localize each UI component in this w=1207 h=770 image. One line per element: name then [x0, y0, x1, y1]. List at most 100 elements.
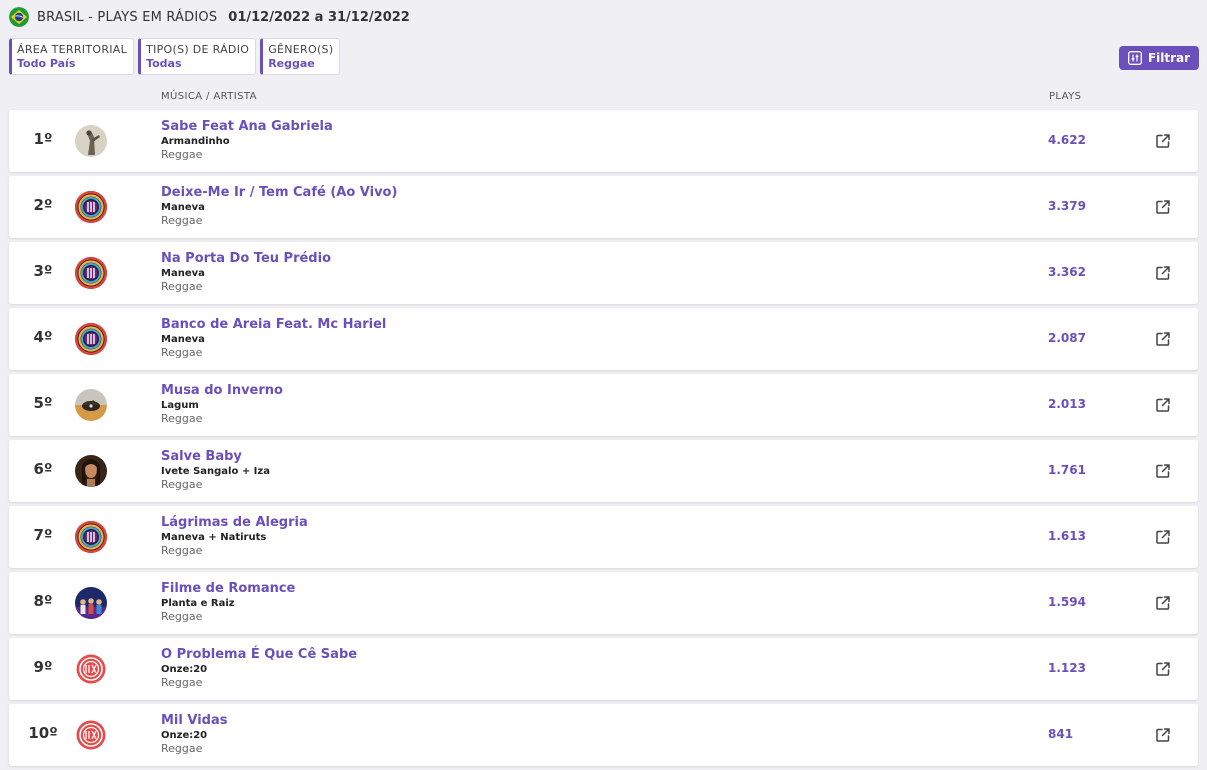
- artist-name: Armandinho: [161, 136, 230, 147]
- track-info: Mil Vidas Onze:20 Reggae: [161, 712, 227, 756]
- date-range: 01/12/2022 a 31/12/2022: [228, 9, 410, 25]
- album-cover: [75, 521, 107, 553]
- rank-number: 3º: [33, 262, 53, 280]
- external-link-icon: [1156, 266, 1170, 280]
- open-link-button[interactable]: [1155, 595, 1171, 611]
- genre-label: Reggae: [161, 478, 203, 491]
- song-title[interactable]: Salve Baby: [161, 448, 270, 465]
- filter-chip-genre[interactable]: GÊNERO(S) Reggae: [260, 38, 341, 75]
- track-info: Filme de Romance Planta e Raiz Reggae: [161, 580, 295, 624]
- plays-count: 3.362: [1048, 265, 1086, 279]
- filter-chip-value: Reggae: [268, 56, 315, 70]
- column-header-music: MÚSICA / ARTISTA: [161, 91, 257, 102]
- filter-chip-territory[interactable]: ÁREA TERRITORIAL Todo País: [9, 38, 135, 75]
- artist-name: Ivete Sangalo + Iza: [161, 466, 270, 477]
- track-info: Banco de Areia Feat. Mc Hariel Maneva Regg…: [161, 316, 386, 360]
- song-title[interactable]: Musa do Inverno: [161, 382, 283, 399]
- plays-count: 2.013: [1048, 397, 1086, 411]
- external-link-icon: [1156, 398, 1170, 412]
- ranking-row[interactable]: 2º Deixe-Me Ir / Tem Café (Ao Vivo) Manev…: [9, 176, 1198, 238]
- open-link-button[interactable]: [1155, 331, 1171, 347]
- plays-count: 1.123: [1048, 661, 1086, 675]
- genre-label: Reggae: [161, 676, 203, 689]
- track-info: Salve Baby Ivete Sangalo + Iza Reggae: [161, 448, 270, 492]
- filter-chips: ÁREA TERRITORIAL Todo País TIPO(S) DE RÁ…: [9, 38, 341, 75]
- page-title: BRASIL - PLAYS EM RÁDIOS: [37, 9, 218, 25]
- genre-label: Reggae: [161, 148, 203, 161]
- album-cover: [75, 455, 107, 487]
- filter-button[interactable]: Filtrar: [1119, 46, 1199, 70]
- column-header-plays: PLAYS: [1049, 91, 1082, 102]
- plays-count: 4.622: [1048, 133, 1086, 147]
- artist-name: Maneva: [161, 334, 205, 345]
- song-title[interactable]: Deixe-Me Ir / Tem Café (Ao Vivo): [161, 184, 397, 201]
- external-link-icon: [1156, 530, 1170, 544]
- open-link-button[interactable]: [1155, 265, 1171, 281]
- external-link-icon: [1156, 596, 1170, 610]
- plays-count: 1.594: [1048, 595, 1086, 609]
- album-cover: [75, 389, 107, 421]
- artist-name: Maneva: [161, 268, 205, 279]
- song-title[interactable]: Sabe Feat Ana Gabriela: [161, 118, 333, 135]
- track-info: O Problema É Que Cê Sabe Onze:20 Reggae: [161, 646, 357, 690]
- genre-label: Reggae: [161, 346, 203, 359]
- artist-name: Onze:20: [161, 730, 208, 741]
- song-title[interactable]: Na Porta Do Teu Prédio: [161, 250, 331, 267]
- open-link-button[interactable]: [1155, 661, 1171, 677]
- song-title[interactable]: O Problema É Que Cê Sabe: [161, 646, 357, 663]
- rank-number: 2º: [33, 196, 53, 214]
- filter-chip-label: TIPO(S) DE RÁDIO: [146, 42, 250, 56]
- open-link-button[interactable]: [1155, 463, 1171, 479]
- rank-number: 9º: [33, 658, 53, 676]
- track-info: Musa do Inverno Lagum Reggae: [161, 382, 283, 426]
- genre-label: Reggae: [161, 610, 203, 623]
- ranking-row[interactable]: 8º Filme de Romance Planta e Raiz Reggae 1.…: [9, 572, 1198, 634]
- ranking-row[interactable]: 10º Mil Vidas Onze:20 Reggae 841: [9, 704, 1198, 766]
- plays-count: 841: [1048, 727, 1074, 741]
- open-link-button[interactable]: [1155, 529, 1171, 545]
- rank-number: 8º: [33, 592, 53, 610]
- filter-chip-radio-type[interactable]: TIPO(S) DE RÁDIO Todas: [138, 38, 257, 75]
- song-title[interactable]: Lágrimas de Alegria: [161, 514, 308, 531]
- genre-label: Reggae: [161, 412, 203, 425]
- album-cover: [75, 323, 107, 355]
- album-cover: [75, 257, 107, 289]
- ranking-row[interactable]: 3º Na Porta Do Teu Prédio Maneva Reggae 3.3…: [9, 242, 1198, 304]
- ranking-row[interactable]: 9º O Problema É Que Cê Sabe Onze:20 Reggae…: [9, 638, 1198, 700]
- page-header: BRASIL - PLAYS EM RÁDIOS 01/12/2022 a 31…: [9, 6, 410, 28]
- rank-number: 5º: [33, 394, 53, 412]
- ranking-row[interactable]: 7º Lágrimas de Alegria Maneva + Natiruts R…: [9, 506, 1198, 568]
- rank-number: 4º: [33, 328, 53, 346]
- album-cover: [75, 191, 107, 223]
- album-cover: [75, 719, 107, 751]
- song-title[interactable]: Filme de Romance: [161, 580, 295, 597]
- ranking-row[interactable]: 1º Sabe Feat Ana Gabriela Armandinho Regga…: [9, 110, 1198, 172]
- rank-number: 6º: [33, 460, 53, 478]
- external-link-icon: [1156, 200, 1170, 214]
- artist-name: Planta e Raiz: [161, 598, 235, 609]
- genre-label: Reggae: [161, 280, 203, 293]
- plays-count: 2.087: [1048, 331, 1086, 345]
- plays-count: 1.613: [1048, 529, 1086, 543]
- song-title[interactable]: Mil Vidas: [161, 712, 227, 729]
- artist-name: Maneva + Natiruts: [161, 532, 267, 543]
- external-link-icon: [1156, 464, 1170, 478]
- open-link-button[interactable]: [1155, 133, 1171, 149]
- artist-name: Onze:20: [161, 664, 208, 675]
- ranking-row[interactable]: 6º Salve Baby Ivete Sangalo + Iza Reggae 1.…: [9, 440, 1198, 502]
- open-link-button[interactable]: [1155, 199, 1171, 215]
- external-link-icon: [1156, 332, 1170, 346]
- track-info: Na Porta Do Teu Prédio Maneva Reggae: [161, 250, 331, 294]
- filter-chip-label: GÊNERO(S): [268, 42, 334, 56]
- ranking-row[interactable]: 4º Banco de Areia Feat. Mc Hariel Maneva R…: [9, 308, 1198, 370]
- brazil-flag-icon: [9, 7, 29, 27]
- rank-number: 10º: [28, 724, 58, 742]
- open-link-button[interactable]: [1155, 727, 1171, 743]
- rank-number: 7º: [33, 526, 53, 544]
- song-title[interactable]: Banco de Areia Feat. Mc Hariel: [161, 316, 386, 333]
- ranking-row[interactable]: 5º Musa do Inverno Lagum Reggae 2.013: [9, 374, 1198, 436]
- filter-chip-value: Todo País: [17, 56, 76, 70]
- genre-label: Reggae: [161, 544, 203, 557]
- open-link-button[interactable]: [1155, 397, 1171, 413]
- artist-name: Lagum: [161, 400, 199, 411]
